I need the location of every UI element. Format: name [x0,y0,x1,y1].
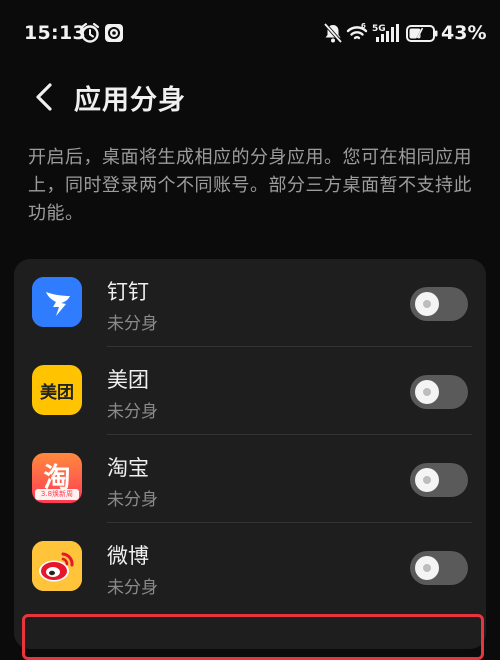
network-type-label: 5G [372,24,386,34]
mute-icon [323,22,343,44]
app-list-card: 钉钉 未分身 美团 美团 未分身 淘 3.8焕新周 淘宝 未分身 微博 未分身 [14,259,486,649]
app-status: 未分身 [107,314,158,334]
toggle-knob [415,380,439,404]
app-name: 淘宝 [107,456,149,480]
weibo-icon [32,541,82,591]
app-row-meituan[interactable]: 美团 美团 未分身 [14,347,486,435]
app-status: 未分身 [107,402,158,422]
clone-toggle-meituan[interactable] [410,375,468,409]
cellular-signal-icon: 5G [372,24,399,42]
app-row-dingtalk[interactable]: 钉钉 未分身 [14,259,486,347]
dingtalk-icon [32,277,82,327]
alarm-icon [80,22,100,43]
status-time: 15:13 [24,22,86,44]
taobao-badge-text: 3.8焕新周 [35,489,79,500]
taobao-icon: 淘 3.8焕新周 [32,453,82,503]
app-row-taobao[interactable]: 淘 3.8焕新周 淘宝 未分身 [14,435,486,523]
highlight-box [22,614,484,660]
toggle-knob [415,292,439,316]
meituan-icon: 美团 [32,365,82,415]
app-notification-icon [105,24,123,42]
back-arrow-icon[interactable] [30,80,58,114]
toggle-knob [415,556,439,580]
app-row-weibo[interactable]: 微博 未分身 [14,523,486,611]
app-status: 未分身 [107,578,158,598]
page-header: 应用分身 [0,72,500,122]
clone-toggle-dingtalk[interactable] [410,287,468,321]
page-title: 应用分身 [74,85,186,116]
svg-text:6: 6 [361,22,366,30]
status-bar: 15:13 6 5G 43% [0,0,500,62]
wifi-icon: 6 [346,22,368,40]
page-description: 开启后，桌面将生成相应的分身应用。您可在相同应用上，同时登录两个不同账号。部分三… [28,147,472,224]
app-name: 微博 [107,544,149,568]
app-name: 钉钉 [107,280,149,304]
clone-toggle-weibo[interactable] [410,551,468,585]
clone-toggle-taobao[interactable] [410,463,468,497]
app-name: 美团 [107,368,149,392]
toggle-knob [415,468,439,492]
battery-icon [406,25,438,42]
meituan-logo-text: 美团 [40,382,74,403]
battery-percentage: 43% [441,22,487,44]
app-status: 未分身 [107,490,158,510]
